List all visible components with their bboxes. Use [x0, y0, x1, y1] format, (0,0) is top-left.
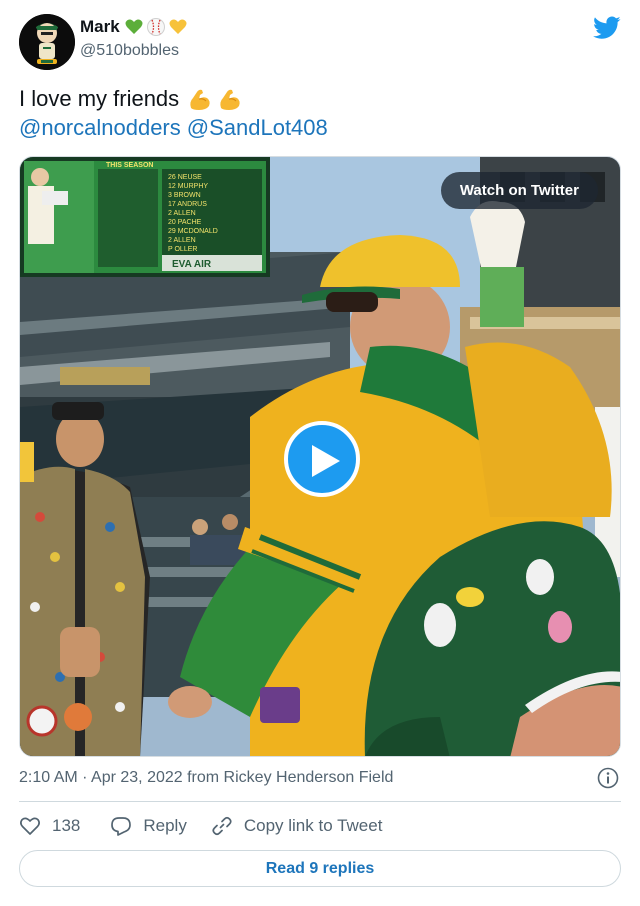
scoreboard-sponsor: EVA AIR: [172, 259, 212, 270]
bobblehead-avatar-image: [19, 14, 75, 70]
mention-link[interactable]: @SandLot408: [187, 113, 328, 142]
mention-link[interactable]: @norcalnodders: [19, 113, 181, 142]
read-replies-button[interactable]: Read 9 replies: [19, 850, 621, 887]
divider: [19, 801, 621, 802]
user-handle[interactable]: @510bobbles: [80, 42, 190, 60]
user-info[interactable]: Mark @510bobbles: [80, 16, 190, 60]
green-heart-icon: [124, 17, 144, 37]
play-button[interactable]: [284, 421, 360, 497]
watch-on-twitter-button[interactable]: Watch on Twitter: [440, 172, 598, 209]
scoreboard-header: THIS SEASON: [106, 162, 153, 169]
like-count: 138: [52, 816, 81, 835]
heart-icon: [20, 817, 40, 835]
baseball-icon: [146, 17, 166, 37]
video-player[interactable]: 26 NEUSE 12 MURPHY 3 BROWN 17 ANDRUS 2 A…: [19, 156, 621, 757]
copy-link-label: Copy link to Tweet: [243, 816, 383, 835]
timestamp-link[interactable]: 2:10 AM · Apr 23, 2022 from Rickey Hende…: [19, 769, 393, 787]
like-button[interactable]: 138: [19, 815, 80, 837]
reply-icon: [111, 817, 132, 836]
tweet-header: Mark @510bobbles: [19, 14, 623, 72]
reply-label: Reply: [143, 816, 187, 835]
link-icon: [212, 816, 232, 836]
flexed-biceps-icon: [217, 86, 243, 112]
display-name[interactable]: Mark: [80, 17, 120, 37]
twitter-bird-icon[interactable]: [593, 16, 621, 40]
tweet-meta: 2:10 AM · Apr 23, 2022 from Rickey Hende…: [19, 766, 621, 790]
info-icon[interactable]: [597, 767, 619, 789]
copy-link-button[interactable]: Copy link to Tweet: [211, 815, 383, 837]
tweet-body: I love my friends @norcalnodders @SandLo…: [19, 84, 619, 142]
play-icon: [312, 445, 340, 477]
flexed-biceps-icon: [187, 86, 213, 112]
tweet-actions: 138 Reply Copy link to Tweet: [19, 813, 412, 839]
yellow-heart-icon: [168, 17, 188, 37]
tweet-text: I love my friends: [19, 86, 180, 111]
reply-button[interactable]: Reply: [110, 815, 187, 837]
avatar[interactable]: [19, 14, 75, 70]
